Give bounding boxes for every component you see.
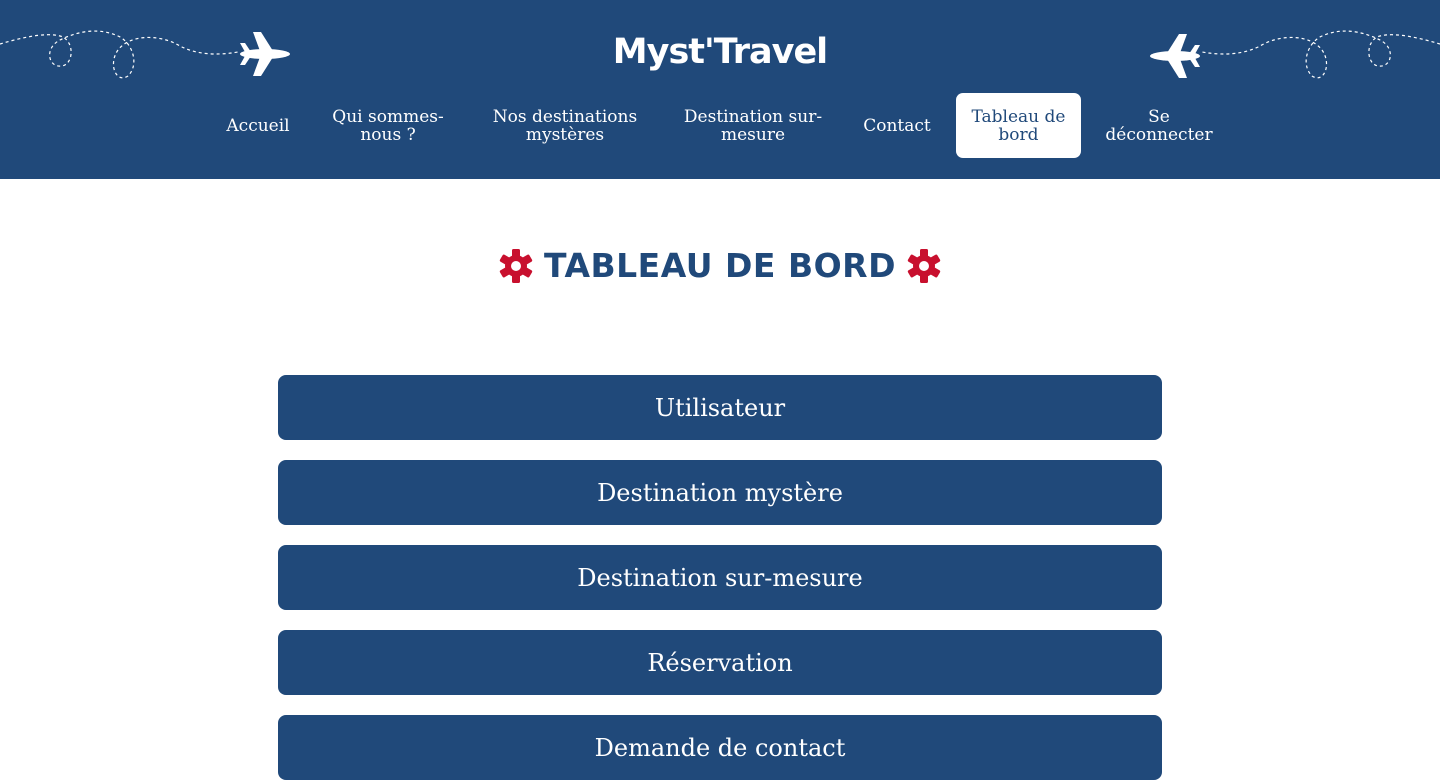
page-title-text: TABLEAU DE BORD xyxy=(544,246,896,285)
utilisateur-button[interactable]: Utilisateur xyxy=(278,375,1162,440)
destination-mystere-button[interactable]: Destination mystère xyxy=(278,460,1162,525)
nav-se-deconnecter[interactable]: Se déconnecter xyxy=(1096,93,1222,158)
demande-de-contact-button[interactable]: Demande de contact xyxy=(278,715,1162,780)
site-title[interactable]: Myst'Travel xyxy=(0,32,1440,72)
nav-accueil[interactable]: Accueil xyxy=(218,93,298,158)
nav-tableau-de-bord[interactable]: Tableau de bord xyxy=(956,93,1081,158)
gear-icon xyxy=(499,248,533,283)
gear-icon xyxy=(907,248,941,283)
page-title: TABLEAU DE BORD xyxy=(0,246,1440,285)
destination-sur-mesure-button[interactable]: Destination sur-mesure xyxy=(278,545,1162,610)
site-header: Myst'Travel Accueil Qui sommes-nous ? No… xyxy=(0,0,1440,179)
nav-nos-destinations[interactable]: Nos destinations mystères xyxy=(482,93,648,158)
nav-contact[interactable]: Contact xyxy=(855,93,939,158)
reservation-button[interactable]: Réservation xyxy=(278,630,1162,695)
nav-destination-sur-mesure[interactable]: Destination sur-mesure xyxy=(670,93,836,158)
nav-qui-sommes-nous[interactable]: Qui sommes-nous ? xyxy=(318,93,458,158)
